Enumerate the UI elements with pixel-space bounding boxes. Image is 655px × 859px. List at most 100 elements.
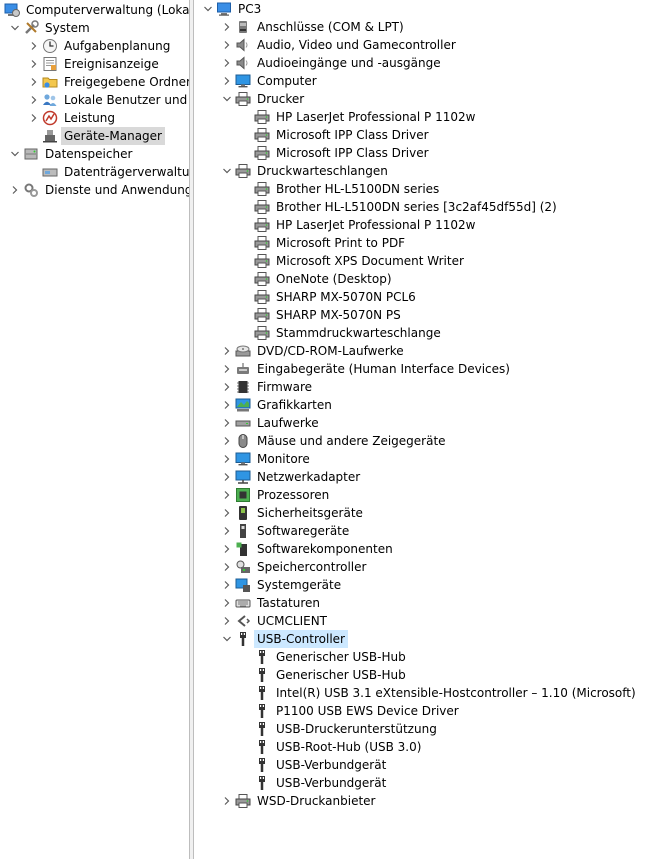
- chevron-right-icon[interactable]: [221, 576, 233, 594]
- chevron-down-icon[interactable]: [9, 19, 21, 37]
- ucm-client-icon: [235, 613, 251, 629]
- tree-node-netzwerkadapter[interactable]: Netzwerkadapter: [194, 468, 655, 486]
- chevron-right-icon[interactable]: [28, 55, 40, 73]
- computer-management-icon: [4, 2, 20, 18]
- storage-icon: [23, 146, 39, 162]
- chevron-right-icon[interactable]: [221, 558, 233, 576]
- tree-node-usb-verbundger-t[interactable]: USB-Verbundgerät: [194, 774, 655, 792]
- tree-node-sharp-mx-5070n-ps[interactable]: SHARP MX-5070N PS: [194, 306, 655, 324]
- chevron-right-icon[interactable]: [28, 91, 40, 109]
- tree-node-usb-root-hub-usb-3-0[interactable]: USB-Root-Hub (USB 3.0): [194, 738, 655, 756]
- tree-node-speichercontroller[interactable]: Speichercontroller: [194, 558, 655, 576]
- tree-node-microsoft-print-to-pdf[interactable]: Microsoft Print to PDF: [194, 234, 655, 252]
- console-tree-pane[interactable]: Computerverwaltung (Lokal) System Aufgaben…: [0, 0, 189, 859]
- chevron-right-icon[interactable]: [221, 396, 233, 414]
- tree-node-usb-verbundger-t[interactable]: USB-Verbundgerät: [194, 756, 655, 774]
- tree-node-datentr-gerverwaltung[interactable]: Datenträgerverwaltung: [0, 163, 189, 181]
- chevron-right-icon[interactable]: [221, 612, 233, 630]
- chevron-right-icon[interactable]: [221, 72, 233, 90]
- chevron-right-icon[interactable]: [9, 181, 21, 199]
- tree-node-usb-controller[interactable]: USB-Controller: [194, 630, 655, 648]
- tree-node-dvd-cd-rom-laufwerke[interactable]: DVD/CD-ROM-Laufwerke: [194, 342, 655, 360]
- tree-node-ereignisanzeige[interactable]: Ereignisanzeige: [0, 55, 189, 73]
- tree-node-ucmclient[interactable]: UCMCLIENT: [194, 612, 655, 630]
- tree-node-stammdruckwarteschlange[interactable]: Stammdruckwarteschlange: [194, 324, 655, 342]
- tree-node-pc3[interactable]: PC3: [194, 0, 655, 18]
- tree-node-label: USB-Verbundgerät: [276, 776, 387, 790]
- chevron-down-icon[interactable]: [221, 162, 233, 180]
- tree-node-sharp-mx-5070n-pcl6[interactable]: SHARP MX-5070N PCL6: [194, 288, 655, 306]
- chevron-right-icon[interactable]: [221, 54, 233, 72]
- tree-node-generischer-usb-hub[interactable]: Generischer USB-Hub: [194, 648, 655, 666]
- chevron-right-icon[interactable]: [221, 540, 233, 558]
- tree-node-m-use-und-andere-zeigeger-te[interactable]: Mäuse und andere Zeigegeräte: [194, 432, 655, 450]
- performance-icon: [42, 110, 58, 126]
- tree-node-dienste-und-anwendungen[interactable]: Dienste und Anwendungen: [0, 181, 189, 199]
- chevron-right-icon[interactable]: [221, 522, 233, 540]
- chevron-right-icon[interactable]: [221, 378, 233, 396]
- speaker-icon: [235, 55, 251, 71]
- chevron-right-icon[interactable]: [221, 36, 233, 54]
- tree-node-drucker[interactable]: Drucker: [194, 90, 655, 108]
- usb-icon: [254, 649, 270, 665]
- tree-node-anschl-sse-com-lpt[interactable]: Anschlüsse (COM & LPT): [194, 18, 655, 36]
- tree-node-aufgabenplanung[interactable]: Aufgabenplanung: [0, 37, 189, 55]
- tree-node-laufwerke[interactable]: Laufwerke: [194, 414, 655, 432]
- chevron-down-icon[interactable]: [221, 630, 233, 648]
- tree-node-wsd-druckanbieter[interactable]: WSD-Druckanbieter: [194, 792, 655, 810]
- tree-node-leistung[interactable]: Leistung: [0, 109, 189, 127]
- chevron-down-icon[interactable]: [221, 90, 233, 108]
- tree-node-druckwarteschlangen[interactable]: Druckwarteschlangen: [194, 162, 655, 180]
- chevron-right-icon[interactable]: [221, 342, 233, 360]
- tree-node-audio-video-und-gamecontroller[interactable]: Audio, Video und Gamecontroller: [194, 36, 655, 54]
- tree-node-firmware[interactable]: Firmware: [194, 378, 655, 396]
- printer-icon: [254, 235, 270, 251]
- tree-node-freigegebene-ordner[interactable]: Freigegebene Ordner: [0, 73, 189, 91]
- chevron-right-icon[interactable]: [28, 73, 40, 91]
- tree-node-prozessoren[interactable]: Prozessoren: [194, 486, 655, 504]
- chevron-down-icon[interactable]: [9, 145, 21, 163]
- chevron-right-icon[interactable]: [221, 450, 233, 468]
- chevron-right-icon[interactable]: [221, 504, 233, 522]
- chevron-right-icon[interactable]: [221, 486, 233, 504]
- tree-node-usb-druckerunterst-tzung[interactable]: USB-Druckerunterstützung: [194, 720, 655, 738]
- chevron-down-icon[interactable]: [202, 0, 214, 18]
- chevron-right-icon[interactable]: [28, 109, 40, 127]
- chevron-right-icon[interactable]: [221, 468, 233, 486]
- tree-node-brother-hl-l5100dn-series[interactable]: Brother HL-L5100DN series: [194, 180, 655, 198]
- tree-node-softwarekomponenten[interactable]: Softwarekomponenten: [194, 540, 655, 558]
- tree-node-system[interactable]: System: [0, 19, 189, 37]
- chevron-right-icon[interactable]: [221, 18, 233, 36]
- chevron-right-icon[interactable]: [221, 414, 233, 432]
- tree-node-eingabeger-te-human-interface-devices[interactable]: Eingabegeräte (Human Interface Devices): [194, 360, 655, 378]
- chevron-right-icon[interactable]: [221, 432, 233, 450]
- tree-node-hp-laserjet-professional-p-1102w[interactable]: HP LaserJet Professional P 1102w: [194, 216, 655, 234]
- tree-node-monitore[interactable]: Monitore: [194, 450, 655, 468]
- tree-node-generischer-usb-hub[interactable]: Generischer USB-Hub: [194, 666, 655, 684]
- tree-node-microsoft-xps-document-writer[interactable]: Microsoft XPS Document Writer: [194, 252, 655, 270]
- tree-node-systemger-te[interactable]: Systemgeräte: [194, 576, 655, 594]
- printer-icon: [235, 91, 251, 107]
- chevron-right-icon[interactable]: [221, 594, 233, 612]
- tree-node-audioeing-nge-und-ausg-nge[interactable]: Audioeingänge und -ausgänge: [194, 54, 655, 72]
- tree-node-hp-laserjet-professional-p-1102w[interactable]: HP LaserJet Professional P 1102w: [194, 108, 655, 126]
- device-tree-pane[interactable]: PC3 Anschlüsse (COM & LPT) Audio, Video un…: [194, 0, 655, 859]
- chevron-right-icon[interactable]: [28, 37, 40, 55]
- tree-node-computerverwaltung-lokal[interactable]: Computerverwaltung (Lokal): [0, 1, 189, 19]
- tree-node-intel-r-usb-3-1-extensible-hostcontroller-1-10-microsoft[interactable]: Intel(R) USB 3.1 eXtensible-Hostcontroll…: [194, 684, 655, 702]
- tree-node-computer[interactable]: Computer: [194, 72, 655, 90]
- tree-node-microsoft-ipp-class-driver[interactable]: Microsoft IPP Class Driver: [194, 126, 655, 144]
- tree-node-onenote-desktop[interactable]: OneNote (Desktop): [194, 270, 655, 288]
- tree-node-microsoft-ipp-class-driver[interactable]: Microsoft IPP Class Driver: [194, 144, 655, 162]
- chevron-right-icon[interactable]: [221, 360, 233, 378]
- tree-node-brother-hl-l5100dn-series-3c2af45df55d-2[interactable]: Brother HL-L5100DN series [3c2af45df55d]…: [194, 198, 655, 216]
- tree-node-ger-te-manager[interactable]: Geräte-Manager: [0, 127, 189, 145]
- chevron-right-icon[interactable]: [221, 792, 233, 810]
- tree-node-datenspeicher[interactable]: Datenspeicher: [0, 145, 189, 163]
- tree-node-sicherheitsger-te[interactable]: Sicherheitsgeräte: [194, 504, 655, 522]
- tree-node-grafikkarten[interactable]: Grafikkarten: [194, 396, 655, 414]
- tree-node-softwareger-te[interactable]: Softwaregeräte: [194, 522, 655, 540]
- tree-node-lokale-benutzer-und-gruppen[interactable]: Lokale Benutzer und Gruppen: [0, 91, 189, 109]
- tree-node-tastaturen[interactable]: Tastaturen: [194, 594, 655, 612]
- tree-node-p1100-usb-ews-device-driver[interactable]: P1100 USB EWS Device Driver: [194, 702, 655, 720]
